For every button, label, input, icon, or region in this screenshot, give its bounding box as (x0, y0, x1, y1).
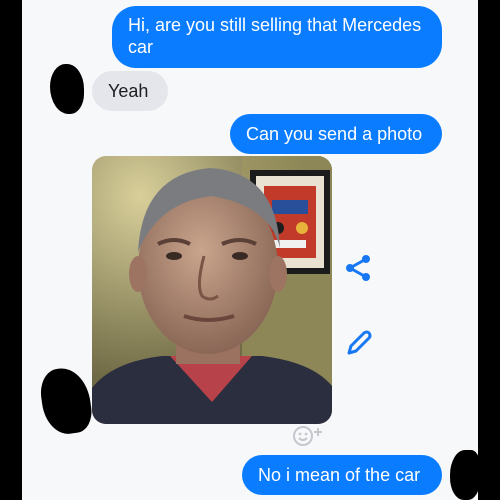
message-bubble-outgoing[interactable]: Hi, are you still selling that Mercedes … (112, 6, 442, 68)
message-text: Yeah (108, 81, 149, 101)
message-text: Can you send a photo (246, 124, 423, 144)
photo-message[interactable] (92, 156, 332, 424)
photo-image (92, 156, 332, 424)
message-text: No i mean of the car (258, 465, 421, 485)
message-bubble-outgoing[interactable]: Can you send a photo (230, 114, 442, 154)
avatar[interactable] (37, 364, 95, 438)
chat-screen: Hi, are you still selling that Mercedes … (22, 0, 478, 500)
message-bubble-outgoing[interactable]: No i mean of the car (242, 455, 442, 495)
share-icon[interactable] (344, 254, 372, 282)
pencil-icon[interactable] (342, 328, 374, 360)
message-text: Hi, are you still selling that Mercedes … (128, 15, 422, 57)
add-reaction-icon[interactable] (292, 425, 326, 447)
message-bubble-incoming[interactable]: Yeah (92, 71, 168, 111)
avatar[interactable] (450, 450, 478, 500)
avatar[interactable] (50, 64, 84, 114)
